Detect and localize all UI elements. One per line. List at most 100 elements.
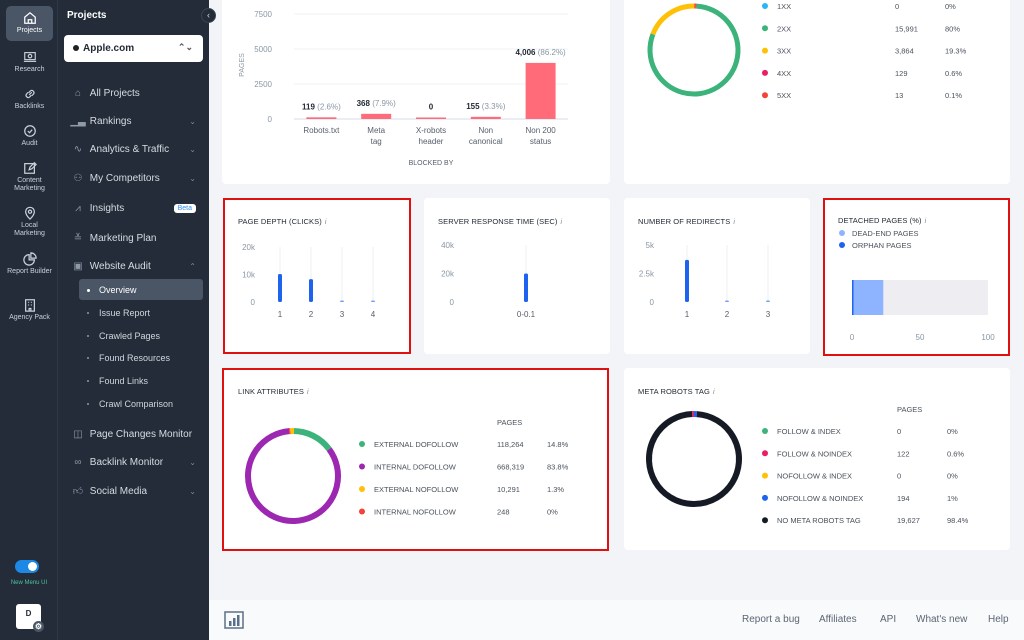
- check-circle-icon: [23, 125, 36, 137]
- legend-label: ORPHAN PAGES: [852, 241, 911, 250]
- nav-my-competitors[interactable]: ⚇ My Competitors ⌄: [72, 172, 200, 184]
- subnav-found-resources[interactable]: Found Resources: [79, 347, 203, 368]
- link-attributes-card: LINK ATTRIBUTES i PAGES EXTERNAL DOFOLLOW 1…: [222, 368, 609, 551]
- legend-label: FOLLOW & INDEX: [777, 427, 841, 436]
- nav-all-projects[interactable]: ⌂ All Projects: [72, 87, 200, 99]
- chevron-up-icon: ⌃: [189, 261, 196, 271]
- subnav-found-links[interactable]: Found Links: [79, 370, 203, 391]
- project-selector[interactable]: Apple.com ⌃⌄: [64, 35, 203, 62]
- rail-item-audit[interactable]: Audit: [6, 119, 53, 148]
- thumbs-up-icon: 👍︎: [72, 486, 84, 497]
- status-codes-chart: 1XX 0 0% 2XX 15,991 80% 3XX 3,864 19.3% 4XX 129 0.6…: [647, 2, 967, 100]
- rail-item-projects[interactable]: Projects: [6, 6, 53, 41]
- bar: [525, 62, 556, 119]
- audit-icon: ▣: [73, 260, 83, 272]
- rail-item-backlinks[interactable]: Backlinks: [6, 82, 53, 111]
- whats-new-link[interactable]: What's new: [916, 614, 967, 625]
- legend-value: 3,864: [895, 47, 914, 56]
- nav-insights[interactable]: ⩘ Insights Beta: [72, 202, 200, 214]
- collapse-panel-button[interactable]: ‹: [201, 8, 216, 23]
- nav-backlink-monitor[interactable]: ∞ Backlink Monitor ⌄: [72, 456, 200, 468]
- legend-percent: 98.4%: [947, 516, 969, 525]
- donut-slice: [292, 428, 332, 452]
- legend-dot: [359, 486, 365, 492]
- donut-slice: [650, 3, 695, 36]
- new-menu-ui-toggle[interactable]: [15, 560, 39, 573]
- chevron-left-icon: ‹: [207, 10, 210, 20]
- nav-website-audit[interactable]: ▣ Website Audit ⌃: [72, 260, 200, 272]
- data-label: 368 (7.9%): [357, 99, 396, 108]
- rail-item-local-marketing[interactable]: Local Marketing: [6, 201, 53, 238]
- y-tick-label: 0: [650, 298, 655, 307]
- legend-dot: [359, 463, 365, 470]
- legend-value: 19,627: [897, 516, 920, 525]
- rail-item-research[interactable]: Research: [6, 45, 53, 74]
- legend-dot: [762, 428, 768, 434]
- x-tick-label: Meta: [367, 126, 385, 135]
- legend-percent: 0.1%: [945, 91, 962, 100]
- app-logo-icon[interactable]: [224, 611, 244, 629]
- x-tick-label: 2: [725, 310, 730, 319]
- blocked-by-chart: 0 2500 5000 7500 PAGES 119 (2.6%) Robots.txt 36…: [239, 10, 568, 167]
- legend-dot: [762, 517, 768, 524]
- server-response-card: SERVER RESPONSE TIME (SEC) i 0 20k 40k 0-0.1: [424, 198, 610, 354]
- x-tick-label: header: [419, 137, 444, 146]
- subnav-crawled-pages[interactable]: Crawled Pages: [79, 325, 203, 346]
- y-tick-label: 0: [450, 298, 455, 307]
- rail-item-report-builder[interactable]: Report Builder: [6, 247, 53, 276]
- home-icon: [23, 11, 36, 24]
- x-tick-label: Non: [478, 126, 493, 135]
- legend-label: 1XX: [777, 2, 791, 11]
- help-link[interactable]: Help: [988, 614, 1009, 625]
- footer: Report a bug Affiliates API What's new H…: [209, 600, 1024, 640]
- chevron-down-icon: ⌄: [189, 116, 196, 126]
- data-label: 119 (2.6%): [302, 102, 341, 111]
- data-label: 155 (3.3%): [466, 102, 505, 111]
- x-tick-label: status: [530, 137, 551, 146]
- apple-logo-icon: [73, 45, 79, 51]
- columns-icon: ◫: [73, 428, 83, 440]
- bar: [340, 300, 344, 302]
- bar: [685, 259, 689, 302]
- link-icon: ∞: [74, 456, 82, 468]
- subnav-crawl-comparison[interactable]: Crawl Comparison: [79, 393, 203, 414]
- bar-dead-end: [852, 280, 884, 315]
- x-tick-label: 100: [981, 333, 995, 342]
- y-tick-label: 40k: [441, 241, 455, 250]
- rail-item-content-marketing[interactable]: Content Marketing: [6, 156, 53, 193]
- nav-marketing-plan[interactable]: ≚ Marketing Plan: [72, 232, 200, 244]
- x-tick-label: Robots.txt: [303, 126, 340, 135]
- y-tick-label: 2.5k: [639, 270, 655, 279]
- legend-percent: 1.3%: [547, 485, 564, 494]
- bar: [524, 273, 528, 302]
- nav-page-changes-monitor[interactable]: ◫ Page Changes Monitor: [72, 428, 200, 440]
- meta-robots-chart: PAGES FOLLOW & INDEX 0 0% FOLLOW & NOINDEX 12…: [646, 405, 969, 525]
- legend-value: 118,264: [497, 440, 524, 449]
- nav-social-media[interactable]: 👍︎ Social Media ⌄: [72, 485, 200, 498]
- legend-label: INTERNAL DOFOLLOW: [374, 463, 457, 472]
- status-codes-card: 1XX 0 0% 2XX 15,991 80% 3XX 3,864 19.3% 4XX 129 0.6…: [624, 0, 1010, 184]
- y-tick-label: 20k: [242, 243, 256, 252]
- y-tick-label: 0: [251, 298, 256, 307]
- rail-item-agency-pack[interactable]: Agency Pack: [6, 293, 53, 322]
- legend-value: 129: [895, 69, 908, 78]
- legend-dot: [359, 441, 365, 447]
- bar-orphan: [852, 280, 854, 315]
- api-link[interactable]: API: [880, 614, 896, 625]
- x-tick-label: Non 200: [525, 126, 556, 135]
- user-avatar[interactable]: D ⚙: [16, 604, 44, 632]
- x-tick-label: tag: [371, 137, 382, 146]
- subnav-issue-report[interactable]: Issue Report: [79, 302, 203, 323]
- nav-rankings[interactable]: ▁▃ Rankings ⌄: [70, 115, 200, 127]
- legend-dot: [762, 450, 768, 457]
- affiliates-link[interactable]: Affiliates: [819, 614, 857, 625]
- x-tick-label: 3: [340, 310, 345, 319]
- column-header: PAGES: [497, 418, 522, 427]
- competitors-icon: ⚇: [73, 172, 83, 184]
- nav-analytics-traffic[interactable]: ∿ Analytics & Traffic ⌄: [72, 143, 200, 155]
- y-tick-label: 5k: [646, 241, 655, 250]
- link-icon: [24, 89, 35, 99]
- report-bug-link[interactable]: Report a bug: [742, 614, 800, 625]
- chevron-down-icon: ⌄: [189, 173, 196, 183]
- subnav-overview[interactable]: Overview: [79, 279, 203, 300]
